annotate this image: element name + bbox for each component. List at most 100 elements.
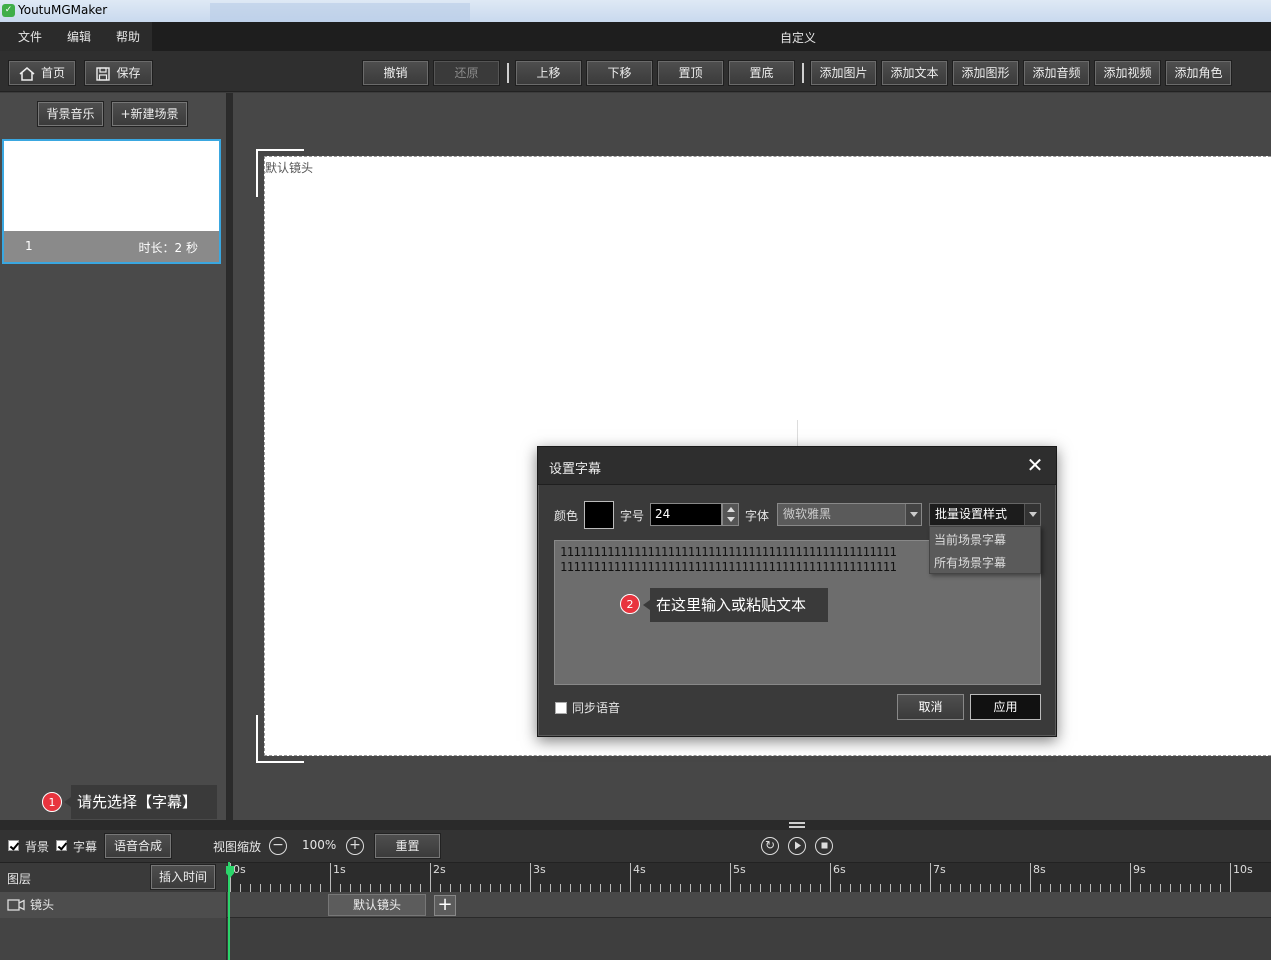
track-empty-left: [0, 918, 227, 960]
ruler-label: 1s: [333, 863, 346, 876]
menu-edit[interactable]: 编辑: [67, 28, 91, 45]
undo-button[interactable]: 撤销: [362, 60, 429, 86]
move-up-button[interactable]: 上移: [515, 60, 582, 86]
add-image-button[interactable]: 添加图片: [810, 60, 877, 86]
play-icon[interactable]: [788, 837, 806, 855]
ruler-major-tick: [1130, 863, 1131, 893]
replay-icon[interactable]: ↻: [761, 837, 779, 855]
ruler-label: 0s: [233, 863, 246, 876]
sync-voice-checkbox[interactable]: [555, 702, 567, 714]
ruler-label: 7s: [933, 863, 946, 876]
background-music-button[interactable]: 背景音乐: [37, 101, 104, 127]
track-name: 镜头: [30, 898, 55, 912]
text-line: 1111111111111111111111111111111111111111…: [560, 545, 897, 559]
new-scene-button[interactable]: +新建场景: [111, 101, 188, 127]
ruler-label: 5s: [733, 863, 746, 876]
chevron-down-icon[interactable]: [905, 504, 921, 525]
subtitle-checkbox[interactable]: [56, 840, 67, 851]
ruler-major-tick: [1230, 863, 1231, 893]
zoom-in-icon[interactable]: +: [346, 837, 364, 855]
ruler-major-tick: [530, 863, 531, 893]
center-guide: [797, 420, 798, 448]
save-label: 保存: [116, 66, 141, 80]
cancel-button[interactable]: 取消: [897, 694, 964, 720]
option-current-scene[interactable]: 当前场景字幕: [934, 531, 1006, 548]
menu-help[interactable]: 帮助: [116, 28, 140, 45]
scene-panel: 背景音乐 +新建场景 1 时长：2 秒: [0, 93, 227, 820]
dialog-title: 设置字幕: [549, 462, 602, 477]
subtitle-check-label: 字幕: [73, 840, 98, 854]
home-label: 首页: [40, 66, 65, 80]
add-shape-button[interactable]: 添加图形: [952, 60, 1019, 86]
toolbar-divider: [802, 63, 804, 83]
add-video-button[interactable]: 添加视频: [1094, 60, 1161, 86]
move-down-button[interactable]: 下移: [586, 60, 653, 86]
add-audio-button[interactable]: 添加音频: [1023, 60, 1090, 86]
send-to-bottom-button[interactable]: 置底: [728, 60, 795, 86]
ruler-label: 6s: [833, 863, 846, 876]
save-button[interactable]: 保存: [84, 60, 153, 86]
ruler-label: 8s: [1033, 863, 1046, 876]
camera-icon: [7, 899, 25, 911]
camera-clip[interactable]: 默认镜头: [328, 894, 426, 916]
font-size-spinner[interactable]: [722, 503, 739, 526]
color-label: 颜色: [554, 509, 579, 523]
close-icon[interactable]: ✕: [1026, 455, 1044, 475]
reset-zoom-button[interactable]: 重置: [374, 833, 441, 859]
background-window-tab: [210, 3, 470, 22]
color-picker[interactable]: [584, 501, 614, 529]
add-clip-plus-icon[interactable]: +: [434, 895, 456, 916]
app-window: ✓ YoutuMGMaker 文件 编辑 帮助 自定义 首页 保存 撤销 还原 …: [0, 0, 1271, 960]
menu-file[interactable]: 文件: [18, 28, 42, 45]
toolbar-divider: [507, 63, 509, 83]
app-logo-icon: ✓: [2, 4, 15, 17]
apply-button[interactable]: 应用: [970, 694, 1041, 720]
track-name-cell[interactable]: 镜头: [0, 892, 227, 918]
font-family-label: 字体: [745, 509, 770, 523]
ruler-major-tick: [630, 863, 631, 893]
add-character-button[interactable]: 添加角色: [1165, 60, 1232, 86]
option-all-scenes[interactable]: 所有场景字幕: [934, 554, 1006, 571]
zoom-label: 视图缩放: [213, 840, 262, 854]
spin-down-icon[interactable]: [727, 517, 735, 522]
bring-to-top-button[interactable]: 置顶: [657, 60, 724, 86]
app-title: YoutuMGMaker: [18, 3, 108, 17]
ruler-major-tick: [830, 863, 831, 893]
grip-handle-icon[interactable]: [789, 822, 805, 828]
ruler-major-tick: [730, 863, 731, 893]
spin-up-icon[interactable]: [727, 507, 735, 512]
layer-label: 图层: [7, 872, 32, 886]
font-family-select[interactable]: 微软雅黑: [777, 503, 922, 526]
scene-footer: 1 时长：2 秒: [4, 231, 219, 262]
ruler-label: 3s: [533, 863, 546, 876]
home-icon: [19, 66, 35, 81]
zoom-out-icon[interactable]: −: [269, 837, 287, 855]
window-mode-label: 自定义: [780, 31, 817, 45]
timeline-header: 图层 插入时间 0s 1s 2s 3s 4s 5s 6s 7s 8s 9s 10s: [0, 862, 1271, 893]
font-size-input[interactable]: 24: [650, 503, 722, 526]
ruler-label: 4s: [633, 863, 646, 876]
batch-style-select[interactable]: 批量设置样式: [929, 503, 1041, 526]
step-badge: 2: [620, 594, 640, 614]
background-checkbox[interactable]: [8, 840, 19, 851]
font-size-label: 字号: [620, 509, 645, 523]
redo-button[interactable]: 还原: [433, 60, 500, 86]
scene-duration: 时长：2 秒: [138, 241, 198, 255]
chevron-down-icon[interactable]: [1024, 504, 1040, 525]
tooltip-enter-text: 在这里输入或粘贴文本: [643, 588, 828, 622]
layer-column-header: 图层 插入时间: [0, 863, 227, 893]
scene-thumbnail[interactable]: 1 时长：2 秒: [2, 139, 221, 264]
add-text-button[interactable]: 添加文本: [881, 60, 948, 86]
horizontal-splitter[interactable]: [0, 820, 1271, 830]
title-bar: ✓ YoutuMGMaker: [0, 0, 1271, 22]
insert-time-button[interactable]: 插入时间: [150, 864, 216, 890]
camera-frame-corner: [256, 715, 304, 763]
time-ruler[interactable]: 0s 1s 2s 3s 4s 5s 6s 7s 8s 9s 10s: [228, 863, 1271, 893]
tts-button[interactable]: 语音合成: [104, 833, 172, 859]
save-icon: [96, 66, 111, 81]
camera-frame-corner: [256, 149, 304, 197]
home-button[interactable]: 首页: [8, 60, 76, 86]
batch-style-dropdown: 当前场景字幕 所有场景字幕: [929, 526, 1041, 574]
stop-icon[interactable]: [815, 837, 833, 855]
background-check-label: 背景: [25, 840, 50, 854]
